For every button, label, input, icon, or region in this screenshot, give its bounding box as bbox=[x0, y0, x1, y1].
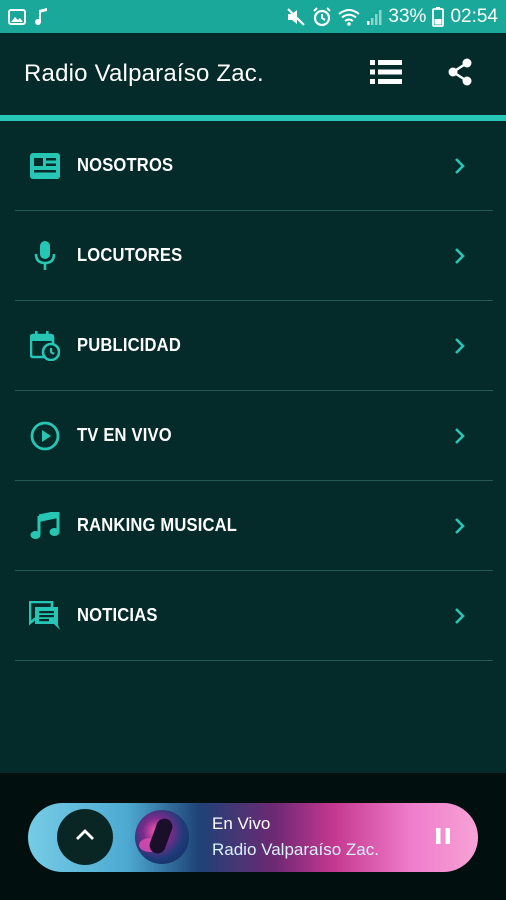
chevron-right-icon bbox=[445, 331, 475, 361]
menu-item-ranking-musical[interactable]: RANKING MUSICAL bbox=[15, 481, 493, 571]
menu-label: LOCUTORES bbox=[77, 245, 183, 265]
menu-item-publicidad[interactable]: PUBLICIDAD bbox=[15, 301, 493, 391]
music-icon bbox=[29, 510, 61, 542]
share-button[interactable] bbox=[438, 52, 482, 96]
share-icon bbox=[447, 58, 473, 91]
expand-player-button[interactable] bbox=[57, 809, 113, 865]
menu-label: RANKING MUSICAL bbox=[77, 515, 238, 535]
alarm-icon bbox=[312, 6, 332, 27]
clock: 02:54 bbox=[450, 5, 498, 27]
menu-label: PUBLICIDAD bbox=[77, 335, 181, 355]
menu-item-tv-en-vivo[interactable]: TV EN VIVO bbox=[15, 391, 493, 481]
gallery-icon bbox=[8, 8, 26, 25]
list-icon bbox=[370, 59, 402, 90]
main-menu: NOSOTROS LOCUTORES PUBLICIDAD TV EN VIVO bbox=[15, 121, 493, 661]
pause-button[interactable] bbox=[430, 825, 456, 851]
music-note-icon bbox=[34, 7, 48, 26]
player-station: Radio Valparaíso Zac. bbox=[212, 840, 379, 859]
wifi-icon bbox=[338, 8, 361, 26]
chevron-right-icon bbox=[445, 421, 475, 451]
play-circle-icon bbox=[29, 420, 61, 452]
menu-label: NOSOTROS bbox=[77, 155, 174, 175]
player-status: En Vivo bbox=[212, 814, 271, 833]
chat-icon bbox=[29, 600, 61, 632]
menu-label: TV EN VIVO bbox=[77, 425, 172, 445]
signal-icon bbox=[366, 8, 382, 26]
pause-icon bbox=[435, 827, 451, 850]
album-art bbox=[135, 810, 189, 864]
menu-item-noticias[interactable]: NOTICIAS bbox=[15, 571, 493, 661]
mute-icon bbox=[286, 7, 306, 26]
list-button[interactable] bbox=[364, 52, 408, 96]
chevron-right-icon bbox=[445, 241, 475, 271]
newspaper-icon bbox=[29, 150, 61, 182]
chevron-right-icon bbox=[445, 151, 475, 181]
microphone-icon bbox=[29, 240, 61, 272]
battery-icon bbox=[432, 6, 445, 27]
chevron-up-icon bbox=[74, 828, 96, 847]
chevron-right-icon bbox=[445, 511, 475, 541]
chevron-right-icon bbox=[445, 601, 475, 631]
app-title: Radio Valparaíso Zac. bbox=[24, 60, 264, 87]
calendar-clock-icon bbox=[29, 330, 61, 362]
status-bar: 33% 02:54 bbox=[0, 0, 506, 33]
app-bar: Radio Valparaíso Zac. bbox=[0, 33, 506, 115]
menu-label: NOTICIAS bbox=[77, 605, 158, 625]
menu-item-nosotros[interactable]: NOSOTROS bbox=[15, 121, 493, 211]
menu-item-locutores[interactable]: LOCUTORES bbox=[15, 211, 493, 301]
battery-percent: 33% bbox=[388, 5, 427, 27]
